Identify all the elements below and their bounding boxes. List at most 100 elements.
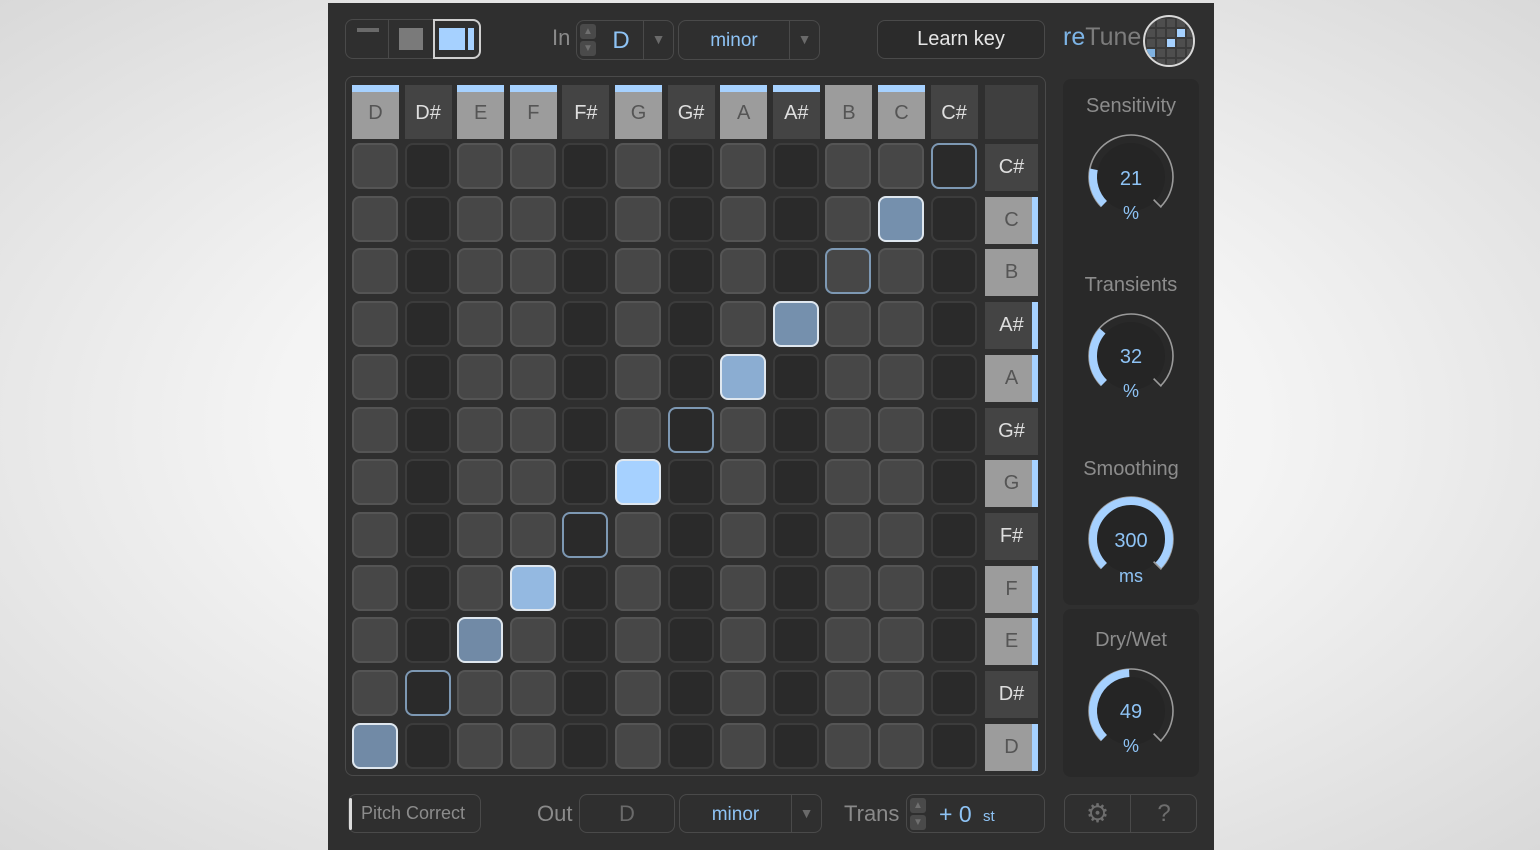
matrix-cell[interactable] <box>457 248 504 295</box>
matrix-cell[interactable] <box>825 301 872 348</box>
matrix-cell-mapped-active[interactable] <box>720 353 767 400</box>
matrix-cell[interactable] <box>772 195 819 242</box>
matrix-cell[interactable] <box>615 511 661 558</box>
matrix-cell[interactable] <box>615 195 661 242</box>
pitch-correct-toggle[interactable]: Pitch Correct <box>348 794 481 833</box>
matrix-cell[interactable] <box>720 617 767 664</box>
matrix-cell[interactable] <box>615 617 661 664</box>
matrix-cell[interactable] <box>667 143 714 189</box>
matrix-cell[interactable] <box>404 353 451 400</box>
matrix-cell[interactable] <box>562 248 609 295</box>
matrix-cell[interactable] <box>615 248 661 295</box>
matrix-cell[interactable] <box>404 406 451 453</box>
matrix-cell[interactable] <box>720 406 767 453</box>
in-key-selector[interactable]: ▲ ▼ D ▼ <box>576 20 674 60</box>
matrix-cell[interactable] <box>878 722 924 769</box>
matrix-cell[interactable] <box>878 353 924 400</box>
matrix-cell[interactable] <box>562 722 609 769</box>
matrix-cell[interactable] <box>404 722 451 769</box>
matrix-cell[interactable] <box>667 722 714 769</box>
row-header-d-sharp[interactable]: D# <box>985 671 1038 718</box>
row-header-c[interactable]: C <box>985 196 1038 244</box>
matrix-cell[interactable] <box>509 459 556 506</box>
spin-up-icon[interactable]: ▲ <box>910 798 926 813</box>
out-scale-dropdown[interactable]: minor ▼ <box>679 794 822 833</box>
matrix-cell[interactable] <box>930 722 977 769</box>
matrix-cell-mapped[interactable] <box>404 670 451 716</box>
matrix-cell[interactable] <box>878 617 924 664</box>
row-header-a[interactable]: A <box>985 354 1038 402</box>
matrix-cell[interactable] <box>667 617 714 664</box>
matrix-cell[interactable] <box>404 564 451 611</box>
matrix-cell[interactable] <box>352 143 398 189</box>
matrix-cell[interactable] <box>457 301 504 348</box>
matrix-cell[interactable] <box>615 353 661 400</box>
matrix-cell[interactable] <box>457 511 504 558</box>
matrix-cell[interactable] <box>825 195 872 242</box>
column-header-g[interactable]: G <box>615 85 662 139</box>
matrix-cell[interactable] <box>457 195 504 242</box>
matrix-cell[interactable] <box>720 722 767 769</box>
matrix-cell[interactable] <box>509 195 556 242</box>
matrix-cell[interactable] <box>509 511 556 558</box>
column-header-e[interactable]: E <box>457 85 505 139</box>
matrix-cell[interactable] <box>615 722 661 769</box>
matrix-cell[interactable] <box>352 353 398 400</box>
matrix-cell[interactable] <box>772 459 819 506</box>
transpose-field[interactable]: ▲ ▼ + 0 st <box>906 794 1045 833</box>
matrix-cell[interactable] <box>720 301 767 348</box>
matrix-cell[interactable] <box>562 459 609 506</box>
column-header-f[interactable]: F <box>509 85 557 139</box>
row-header-f[interactable]: F <box>985 565 1038 613</box>
matrix-cell[interactable] <box>562 301 609 348</box>
matrix-cell[interactable] <box>562 353 609 400</box>
matrix-cell[interactable] <box>562 406 609 453</box>
matrix-cell[interactable] <box>667 511 714 558</box>
matrix-cell[interactable] <box>825 459 872 506</box>
settings-button[interactable]: ⚙ <box>1065 795 1131 832</box>
matrix-cell[interactable] <box>878 248 924 295</box>
matrix-cell[interactable] <box>878 301 924 348</box>
matrix-cell-mapped[interactable] <box>930 143 977 189</box>
matrix-cell[interactable] <box>720 248 767 295</box>
matrix-cell[interactable] <box>352 248 398 295</box>
matrix-cell-mapped[interactable] <box>667 406 714 453</box>
matrix-cell[interactable] <box>878 143 924 189</box>
in-key-dropdown-arrow[interactable]: ▼ <box>643 21 673 59</box>
matrix-cell[interactable] <box>825 564 872 611</box>
matrix-cell[interactable] <box>352 195 398 242</box>
out-scale-dropdown-arrow[interactable]: ▼ <box>791 795 821 832</box>
matrix-cell[interactable] <box>825 143 872 189</box>
matrix-cell-mapped-active[interactable] <box>457 617 504 664</box>
matrix-cell[interactable] <box>615 670 661 716</box>
matrix-cell[interactable] <box>772 143 819 189</box>
matrix-cell[interactable] <box>772 511 819 558</box>
matrix-cell[interactable] <box>615 564 661 611</box>
matrix-cell[interactable] <box>667 195 714 242</box>
matrix-cell[interactable] <box>878 459 924 506</box>
matrix-cell[interactable] <box>878 406 924 453</box>
matrix-cell[interactable] <box>457 459 504 506</box>
matrix-cell[interactable] <box>562 195 609 242</box>
row-header-c-sharp[interactable]: C# <box>985 144 1038 191</box>
matrix-cell[interactable] <box>720 195 767 242</box>
column-header-d[interactable]: D <box>352 85 399 139</box>
matrix-cell[interactable] <box>615 301 661 348</box>
matrix-cell[interactable] <box>352 564 398 611</box>
spin-up-icon[interactable]: ▲ <box>580 24 596 39</box>
row-header-g-sharp[interactable]: G# <box>985 407 1038 455</box>
matrix-cell[interactable] <box>562 564 609 611</box>
matrix-cell[interactable] <box>720 564 767 611</box>
matrix-cell[interactable] <box>825 406 872 453</box>
matrix-cell[interactable] <box>825 617 872 664</box>
in-scale-dropdown[interactable]: minor ▼ <box>678 20 820 60</box>
matrix-cell[interactable] <box>667 353 714 400</box>
column-header-c[interactable]: C <box>878 85 925 139</box>
matrix-cell[interactable] <box>404 195 451 242</box>
matrix-cell[interactable] <box>404 143 451 189</box>
matrix-cell-mapped[interactable] <box>562 511 609 558</box>
row-header-b[interactable]: B <box>985 249 1038 297</box>
column-header-d-sharp[interactable]: D# <box>404 85 452 139</box>
matrix-cell[interactable] <box>404 459 451 506</box>
row-header-d[interactable]: D <box>985 723 1038 771</box>
